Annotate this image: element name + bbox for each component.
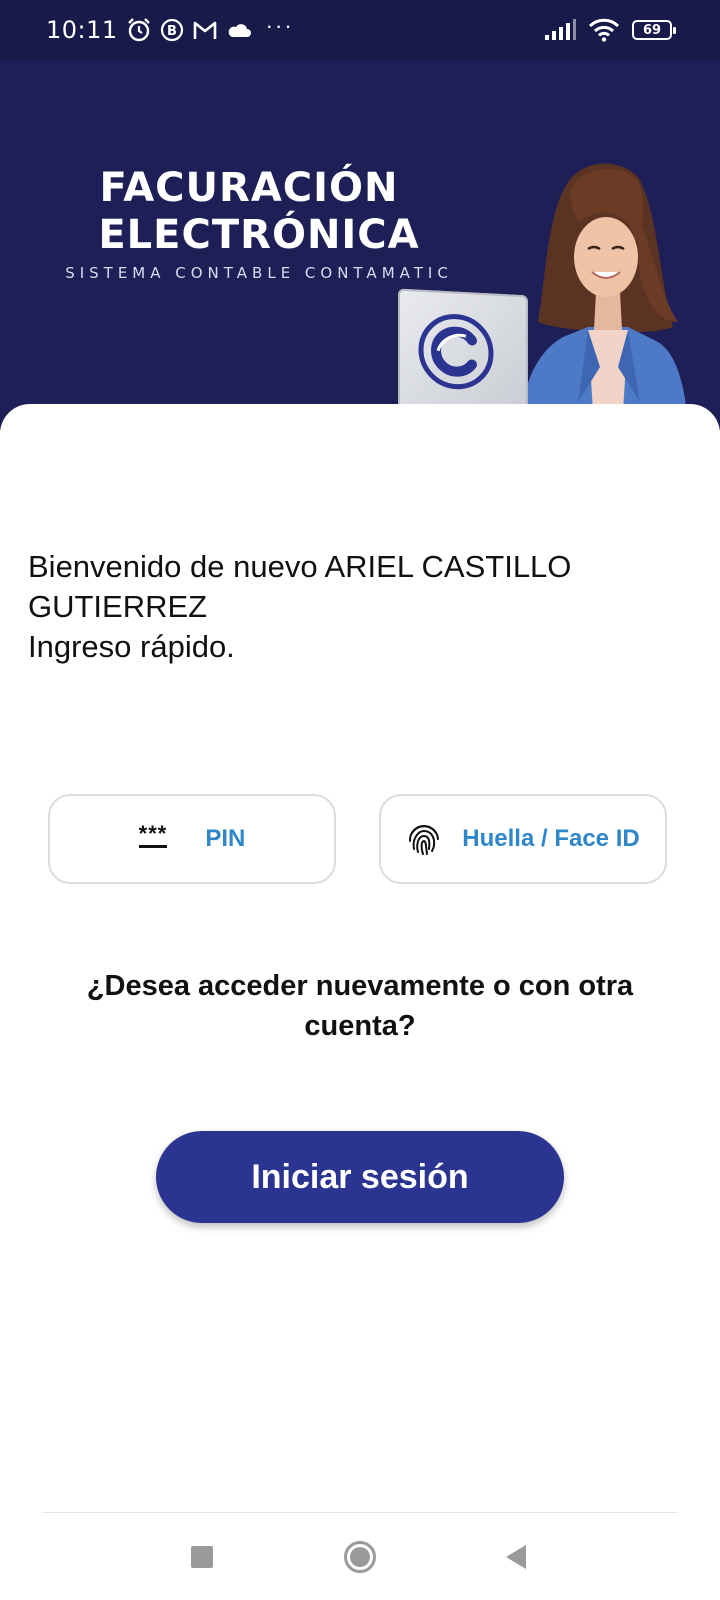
status-more-dots: ··· [265, 13, 294, 38]
home-circle-icon [344, 1540, 376, 1573]
banner-subtitle: SISTEMA CONTABLE CONTAMATIC [65, 264, 453, 282]
system-nav-bar [0, 1513, 720, 1600]
cloud-icon [228, 24, 251, 37]
square-icon [191, 1545, 213, 1568]
recent-apps-button[interactable] [180, 1513, 224, 1600]
welcome-message: Bienvenido de nuevo ARIEL CASTILLO GUTIE… [28, 547, 668, 667]
alarm-icon [127, 18, 150, 42]
gmail-icon [193, 21, 216, 39]
signal-icon [545, 19, 576, 40]
status-left: 10:11 B ··· [46, 13, 294, 45]
status-bar: 10:11 B ··· 69 [0, 0, 720, 60]
header-banner: FACURACIÓN ELECTRÓNICA SISTEMA CONTABLE … [0, 60, 720, 430]
welcome-line3: Ingreso rápido. [28, 629, 235, 664]
other-account-question: ¿Desea acceder nuevamente o con otra cue… [86, 970, 634, 1042]
pin-login-button[interactable]: *** PIN [48, 794, 336, 884]
status-right: 69 [544, 18, 676, 42]
welcome-line2: GUTIERREZ [28, 589, 208, 624]
woman-illustration [518, 163, 689, 430]
login-button[interactable]: Iniciar sesión [156, 1131, 564, 1223]
wifi-icon [588, 18, 620, 42]
fingerprint-icon [409, 824, 440, 855]
laptop-illustration [398, 288, 528, 416]
back-triangle-icon [506, 1544, 526, 1569]
pin-icon: *** [138, 820, 168, 848]
welcome-line1: Bienvenido de nuevo ARIEL CASTILLO [28, 549, 572, 584]
status-time: 10:11 [46, 16, 118, 44]
b-circle-icon: B [160, 18, 183, 42]
biometric-label: Huella / Face ID [462, 825, 640, 852]
banner-title-line1: FACURACIÓN [99, 165, 399, 211]
biometric-login-button[interactable]: Huella / Face ID [379, 794, 667, 884]
svg-text:B: B [167, 24, 177, 39]
pin-label: PIN [205, 825, 246, 852]
battery-level: 69 [642, 22, 662, 38]
battery-icon: 69 [632, 20, 676, 40]
banner-title-line2: ELECTRÓNICA [98, 212, 420, 258]
home-button[interactable] [338, 1513, 382, 1600]
back-button[interactable] [494, 1513, 538, 1600]
contamatic-logo-icon [418, 314, 494, 390]
